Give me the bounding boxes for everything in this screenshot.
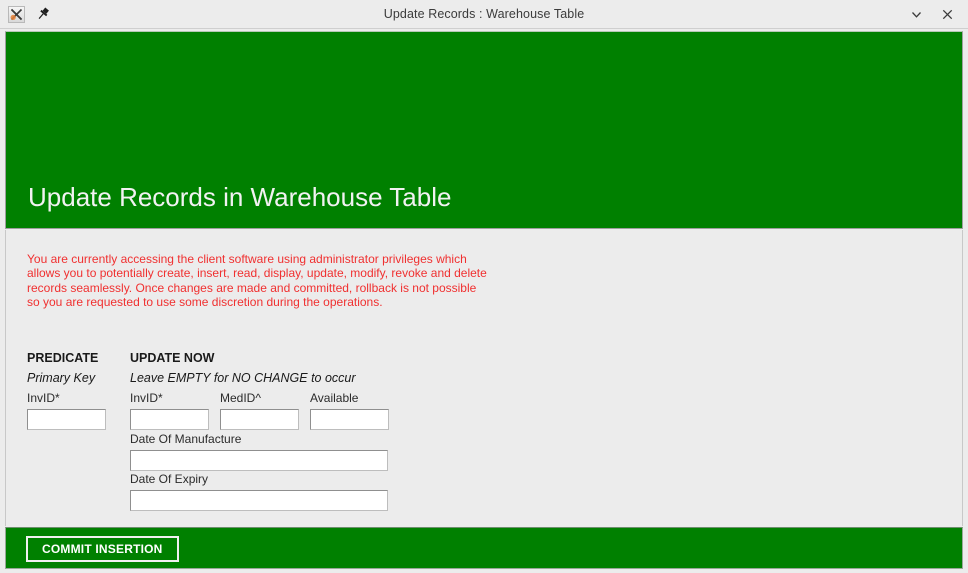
update-invid-input[interactable]	[130, 409, 209, 430]
field-update-date-of-manufacture: Date Of Manufacture	[130, 432, 388, 471]
field-update-date-of-expiry: Date Of Expiry	[130, 472, 388, 511]
app-logo-icon	[8, 5, 25, 23]
update-available-input[interactable]	[310, 409, 389, 430]
predicate-heading: PREDICATE	[27, 351, 99, 365]
update-subheading: Leave EMPTY for NO CHANGE to occur	[130, 371, 356, 385]
update-doe-label: Date Of Expiry	[130, 472, 209, 486]
update-invid-label: InvID*	[130, 391, 163, 405]
field-update-invid: InvID*	[130, 391, 209, 430]
update-medid-label: MedID^	[220, 391, 261, 405]
update-available-label: Available	[310, 391, 359, 405]
footer-bar: COMMIT INSERTION	[5, 527, 963, 569]
update-medid-input[interactable]	[220, 409, 299, 430]
titlebar-window-controls	[908, 6, 968, 23]
field-update-medid: MedID^	[220, 391, 299, 430]
update-record-form: PREDICATE Primary Key UPDATE NOW Leave E…	[27, 351, 447, 536]
window-titlebar: Update Records : Warehouse Table	[0, 0, 968, 29]
form-column-headings: PREDICATE Primary Key UPDATE NOW Leave E…	[27, 351, 447, 389]
content-panel: You are currently accessing the client s…	[5, 230, 963, 526]
window-title: Update Records : Warehouse Table	[383, 7, 585, 21]
commit-insertion-button[interactable]: COMMIT INSERTION	[26, 536, 179, 562]
field-predicate-invid: InvID*	[27, 391, 106, 430]
predicate-subheading: Primary Key	[27, 371, 96, 385]
predicate-invid-label: InvID*	[27, 391, 60, 405]
window-client-area: Update Records in Warehouse Table You ar…	[0, 29, 968, 573]
update-heading: UPDATE NOW	[130, 351, 215, 365]
predicate-invid-input[interactable]	[27, 409, 106, 430]
app-window: Update Records : Warehouse Table Update …	[0, 0, 968, 573]
update-doe-input[interactable]	[130, 490, 388, 511]
close-icon[interactable]	[939, 6, 956, 23]
update-dom-label: Date Of Manufacture	[130, 432, 242, 446]
titlebar-left-controls	[0, 5, 51, 23]
admin-privilege-warning: You are currently accessing the client s…	[27, 252, 487, 310]
form-fields: InvID* InvID* MedID^ Available Date Of M…	[27, 391, 447, 536]
update-dom-input[interactable]	[130, 450, 388, 471]
page-banner: Update Records in Warehouse Table	[5, 31, 963, 229]
pin-icon[interactable]	[35, 6, 51, 22]
chevron-down-icon[interactable]	[908, 6, 925, 23]
page-title: Update Records in Warehouse Table	[28, 182, 452, 212]
field-update-available: Available	[310, 391, 389, 430]
